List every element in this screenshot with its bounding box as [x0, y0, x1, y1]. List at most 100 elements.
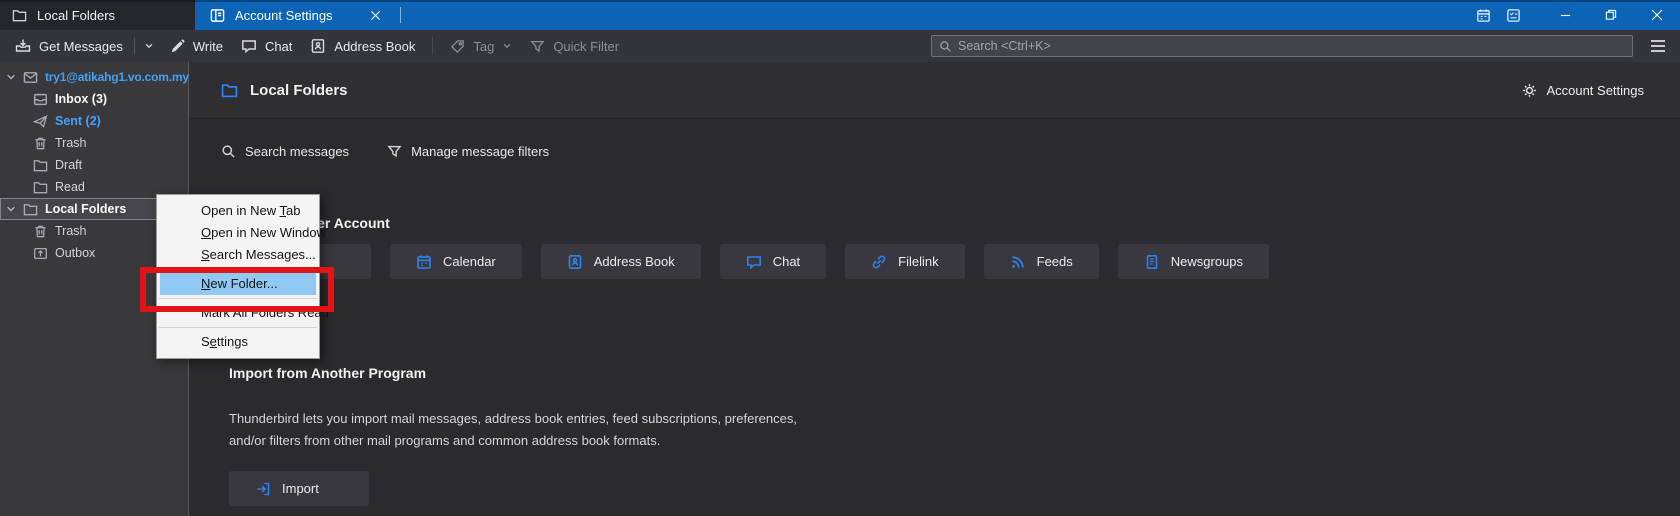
account-settings-tab-icon: [210, 8, 225, 23]
sidebar-item-sent[interactable]: Sent (2): [0, 110, 188, 132]
setup-button-calendar[interactable]: Calendar: [390, 244, 522, 279]
folder-icon: [12, 8, 27, 23]
folder-label: Local Folders: [45, 202, 126, 216]
manage-filters-link[interactable]: Manage message filters: [387, 144, 549, 159]
menu-item-settings[interactable]: Settings: [157, 331, 319, 353]
calendar-panel-icon[interactable]: [1468, 0, 1498, 30]
tab-bar: Local Folders Account Settings: [0, 0, 1680, 30]
account-label: try1@atikahg1.vo.com.my: [45, 70, 189, 84]
tasks-panel-icon[interactable]: [1498, 0, 1528, 30]
menu-item-new-folder[interactable]: New Folder...: [160, 273, 316, 295]
close-tab-icon[interactable]: [370, 10, 381, 21]
folder-icon: [23, 202, 38, 217]
sidebar-item-account[interactable]: try1@atikahg1.vo.com.my: [0, 66, 188, 88]
setup-button-newsgroups[interactable]: Newsgroups: [1118, 244, 1269, 279]
chat-bubble-icon: [241, 38, 257, 54]
setup-button-label: Newsgroups: [1171, 254, 1243, 269]
sidebar-item-trash[interactable]: Trash: [0, 132, 188, 154]
rss-icon: [1010, 254, 1026, 270]
setup-button-filelink[interactable]: Filelink: [845, 244, 964, 279]
tab-local-folders[interactable]: Local Folders: [0, 0, 195, 30]
menu-separator: [159, 269, 317, 270]
blue-folder-icon: [221, 82, 238, 99]
outbox-icon: [33, 246, 48, 261]
menu-separator: [159, 298, 317, 299]
menu-item-open-in-new-tab[interactable]: Open in New Tab: [157, 200, 319, 222]
global-search-field[interactable]: [931, 35, 1633, 57]
search-messages-label: Search messages: [245, 144, 349, 159]
tab-label: Account Settings: [235, 8, 333, 23]
setup-button-label: Feeds: [1037, 254, 1073, 269]
page-title: Local Folders: [250, 82, 348, 99]
split-separator: [134, 38, 135, 54]
sidebar-item-draft[interactable]: Draft: [0, 154, 188, 176]
envelope-icon: [23, 70, 38, 85]
chat-bubble-icon: [746, 254, 762, 270]
setup-heading: Set Up Another Account: [229, 215, 1680, 231]
import-button[interactable]: Import: [229, 471, 369, 506]
chevron-down-icon[interactable]: [6, 72, 16, 82]
setup-button-feeds[interactable]: Feeds: [984, 244, 1099, 279]
address-book-icon: [567, 254, 583, 270]
menu-item-open-in-new-window[interactable]: Open in New Window: [157, 222, 319, 244]
inbox-icon: [33, 92, 48, 107]
import-button-label: Import: [282, 481, 319, 496]
write-label: Write: [193, 39, 223, 54]
folder-label: Trash: [55, 224, 87, 238]
address-book-icon: [310, 38, 326, 54]
tab-account-settings[interactable]: Account Settings: [195, 0, 393, 30]
menu-item-mark-all-folders-read[interactable]: Mark All Folders Read: [157, 302, 319, 324]
folder-context-menu: Open in New Tab Open in New Window Searc…: [156, 194, 320, 359]
sidebar-item-inbox[interactable]: Inbox (3): [0, 88, 188, 110]
tag-button[interactable]: Tag: [441, 33, 521, 59]
pencil-icon: [170, 39, 185, 54]
search-messages-link[interactable]: Search messages: [221, 144, 349, 159]
menu-item-search-messages[interactable]: Search Messages...: [157, 244, 319, 266]
setup-button-address-book[interactable]: Address Book: [541, 244, 701, 279]
folder-label: Read: [55, 180, 85, 194]
address-book-label: Address Book: [334, 39, 415, 54]
folder-label: Sent (2): [55, 114, 101, 128]
account-settings-link[interactable]: Account Settings: [1522, 83, 1644, 98]
get-messages-icon: [15, 38, 31, 54]
trash-icon: [33, 136, 48, 151]
window-controls: [1542, 0, 1680, 30]
search-input[interactable]: [958, 39, 1598, 53]
manage-filters-label: Manage message filters: [411, 144, 549, 159]
close-window-icon[interactable]: [1634, 0, 1680, 30]
chat-button[interactable]: Chat: [232, 33, 301, 59]
import-icon: [255, 481, 271, 497]
setup-button-label: Address Book: [594, 254, 675, 269]
get-messages-label: Get Messages: [39, 39, 123, 54]
write-button[interactable]: Write: [161, 33, 232, 59]
chevron-down-icon[interactable]: [6, 204, 16, 214]
import-description-line2: and/or filters from other mail programs …: [229, 430, 1680, 452]
import-heading: Import from Another Program: [229, 365, 1680, 381]
funnel-icon: [387, 144, 402, 159]
folder-icon: [33, 158, 48, 173]
setup-button-label: Calendar: [443, 254, 496, 269]
folder-icon: [33, 180, 48, 195]
import-description: Thunderbird lets you import mail message…: [229, 408, 1680, 451]
setup-button-label: Filelink: [898, 254, 938, 269]
minimize-icon[interactable]: [1542, 0, 1588, 30]
menu-separator: [159, 327, 317, 328]
setup-button-chat[interactable]: Chat: [720, 244, 826, 279]
calendar-icon: [416, 254, 432, 270]
chat-label: Chat: [265, 39, 292, 54]
maximize-restore-icon[interactable]: [1588, 0, 1634, 30]
app-menu-icon[interactable]: [1644, 34, 1672, 58]
setup-button-row: Calendar Address Book Chat: [229, 244, 1680, 279]
folder-label: Trash: [55, 136, 87, 150]
quick-filter-button[interactable]: Quick Filter: [521, 33, 628, 59]
funnel-icon: [530, 39, 545, 54]
get-messages-button[interactable]: Get Messages: [6, 33, 132, 59]
thunderbird-window: Local Folders Account Settings: [0, 0, 1680, 516]
search-icon: [221, 144, 236, 159]
folder-label: Draft: [55, 158, 82, 172]
setup-button-label: Chat: [773, 254, 800, 269]
account-settings-label: Account Settings: [1546, 83, 1644, 98]
get-messages-dropdown[interactable]: [137, 33, 161, 59]
link-icon: [871, 254, 887, 270]
address-book-button[interactable]: Address Book: [301, 33, 424, 59]
